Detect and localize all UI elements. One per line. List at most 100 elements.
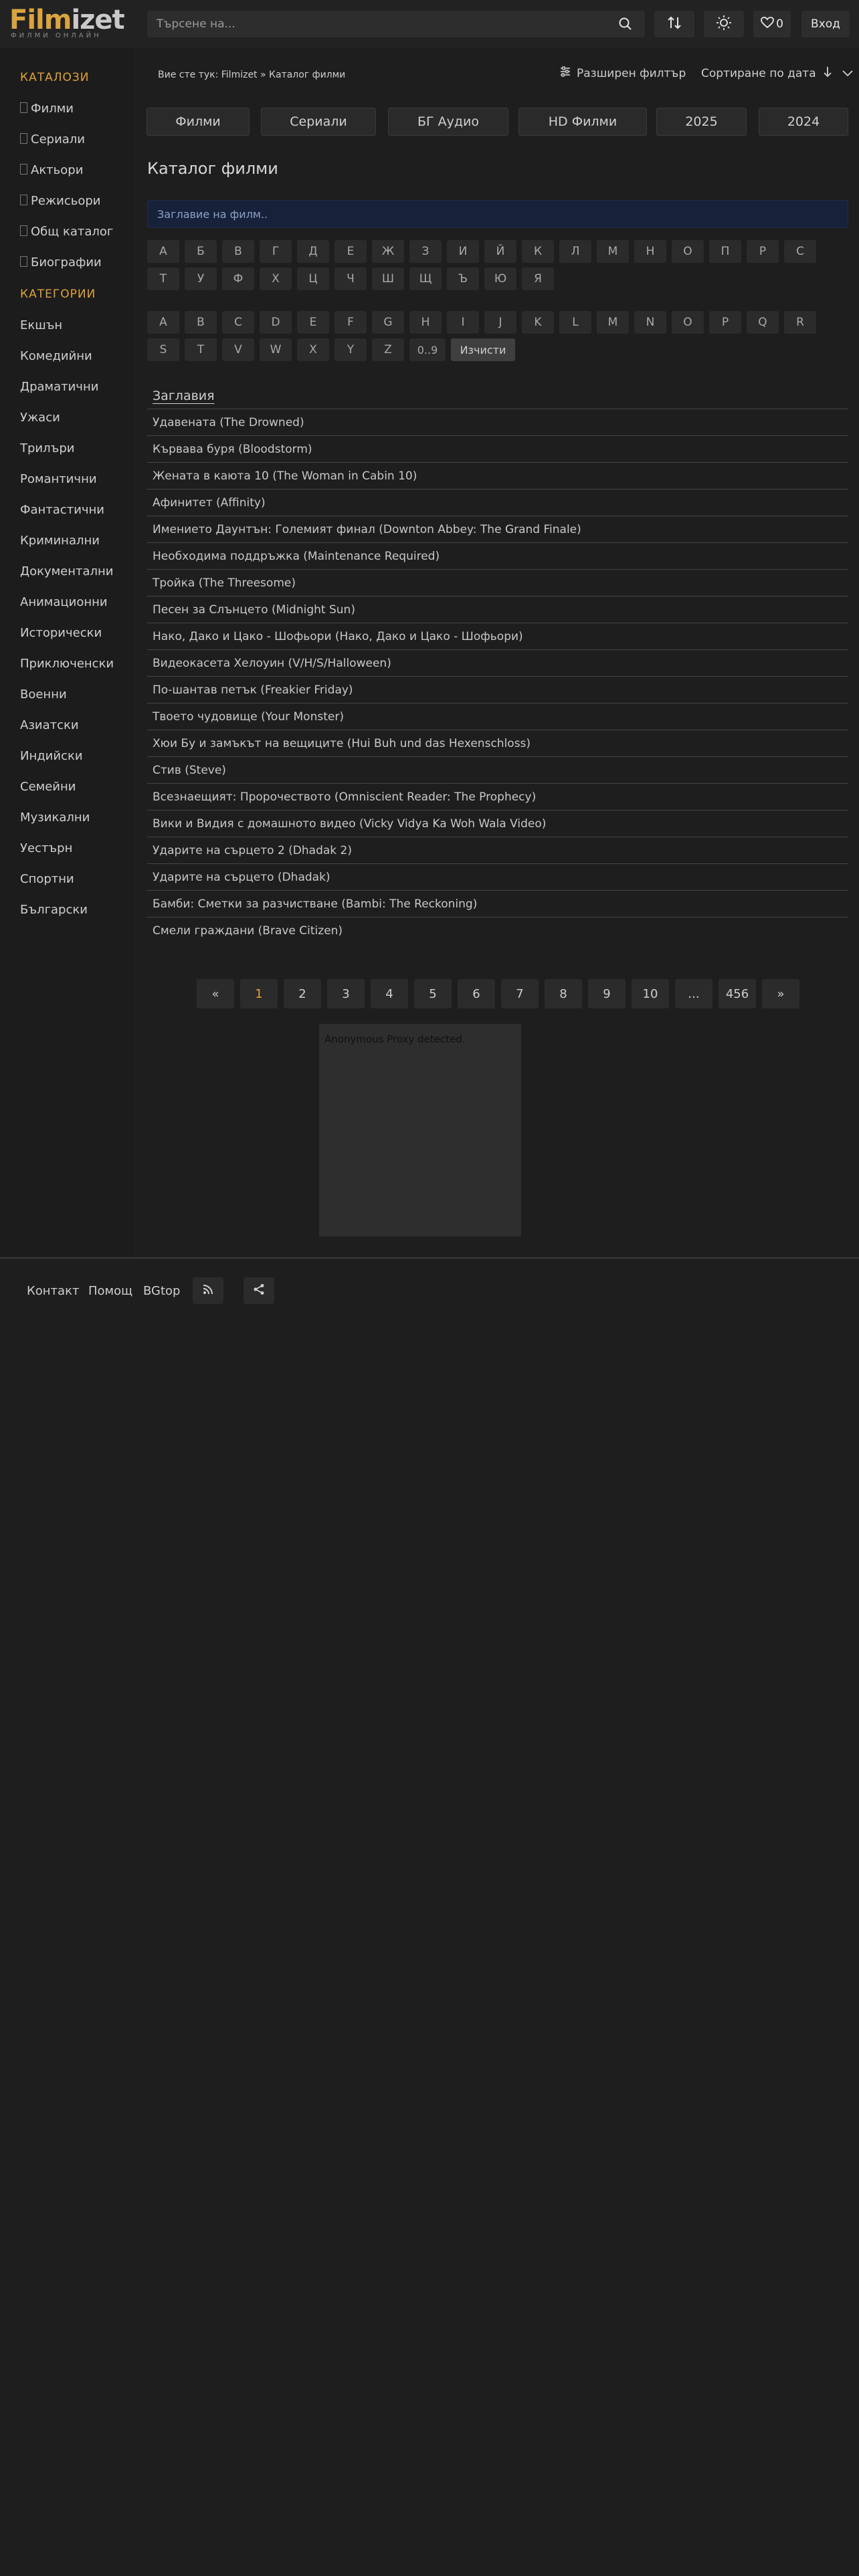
sidebar-item-directors[interactable]: Режисьори <box>20 194 100 208</box>
letter-filter[interactable]: J <box>484 311 516 334</box>
letter-filter[interactable]: G <box>372 311 404 334</box>
letter-filter[interactable]: W <box>260 338 292 361</box>
list-item[interactable]: Жената в каюта 10 (The Woman in Cabin 10… <box>147 463 848 490</box>
letter-filter[interactable]: L <box>559 311 591 334</box>
letter-filter[interactable]: Ц <box>297 267 329 290</box>
letter-filter[interactable]: V <box>222 338 254 361</box>
list-item[interactable]: Необходима поддръжка (Maintenance Requir… <box>147 543 848 570</box>
pagination-page[interactable]: 4 <box>371 979 408 1008</box>
list-item[interactable]: Видеокасета Хелоуин (V/H/S/Halloween) <box>147 650 848 677</box>
letter-filter[interactable]: У <box>185 267 217 290</box>
sidebar-item-actors[interactable]: Актьори <box>20 163 83 177</box>
list-item[interactable]: По-шантав петък (Freakier Friday) <box>147 677 848 704</box>
letter-filter[interactable]: Z <box>372 338 404 361</box>
search-icon[interactable] <box>618 17 633 34</box>
sidebar-item-biographies[interactable]: Биографии <box>20 255 102 270</box>
login-button[interactable]: Вход <box>801 11 850 37</box>
movie-title-link[interactable]: Ударите на сърцето (Dhadak) <box>153 871 330 884</box>
letter-filter[interactable]: В <box>222 240 254 263</box>
letter-filter[interactable]: П <box>709 240 741 263</box>
site-logo[interactable]: Filmizet ФИЛМИ ОНЛАЙН <box>9 5 125 39</box>
movie-title-link[interactable]: По-шантав петък (Freakier Friday) <box>153 683 353 697</box>
list-item[interactable]: Ударите на сърцето (Dhadak) <box>147 864 848 891</box>
pagination-page[interactable]: 8 <box>545 979 582 1008</box>
letter-filter[interactable]: R <box>784 311 816 334</box>
pagination-page[interactable]: 10 <box>632 979 669 1008</box>
letter-filter[interactable]: Ж <box>372 240 404 263</box>
letter-filter[interactable]: D <box>260 311 292 334</box>
letter-filter[interactable]: Т <box>147 267 179 290</box>
letter-filter[interactable]: Х <box>260 267 292 290</box>
sidebar-category[interactable]: Анимационни <box>20 595 108 609</box>
list-item[interactable]: Песен за Слънцето (Midnight Sun) <box>147 597 848 623</box>
category-button-series[interactable]: Сериали <box>261 108 376 136</box>
sidebar-category[interactable]: Документални <box>20 564 114 578</box>
letter-filter[interactable]: N <box>634 311 666 334</box>
rss-button[interactable] <box>193 1277 223 1304</box>
list-item[interactable]: Стив (Steve) <box>147 757 848 784</box>
letter-filter[interactable]: E <box>297 311 329 334</box>
pagination-page-current[interactable]: 1 <box>240 979 278 1008</box>
letter-filter[interactable]: Б <box>185 240 217 263</box>
letter-filter[interactable]: Е <box>335 240 367 263</box>
letter-filter-digits[interactable]: 0..9 <box>409 338 446 361</box>
letter-filter[interactable]: Щ <box>409 267 442 290</box>
list-item[interactable]: Удавената (The Drowned) <box>147 409 848 436</box>
sidebar-category[interactable]: Драматични <box>20 380 98 394</box>
search-input[interactable] <box>147 11 607 37</box>
letter-filter[interactable]: С <box>784 240 816 263</box>
footer-link-contact[interactable]: Контакт <box>27 1284 79 1298</box>
list-item[interactable]: Тройка (The Threesome) <box>147 570 848 597</box>
letter-filter[interactable]: A <box>147 311 179 334</box>
pagination-page[interactable]: 5 <box>414 979 452 1008</box>
letter-filter[interactable]: F <box>335 311 367 334</box>
letter-filter[interactable]: О <box>672 240 704 263</box>
sidebar-category[interactable]: Комедийни <box>20 349 92 363</box>
category-button-2024[interactable]: 2024 <box>759 108 848 136</box>
list-item[interactable]: Всезнаещият: Пророчеството (Omniscient R… <box>147 784 848 811</box>
breadcrumb-home-link[interactable]: Filmizet <box>221 70 258 80</box>
letter-filter[interactable]: T <box>185 338 217 361</box>
sidebar-category[interactable]: Уестърн <box>20 841 72 855</box>
sidebar-category[interactable]: Криминални <box>20 534 100 548</box>
category-button-movies[interactable]: Филми <box>147 108 250 136</box>
letter-filter[interactable]: Ъ <box>447 267 479 290</box>
sidebar-category[interactable]: Екшън <box>20 318 62 332</box>
letter-filter[interactable]: S <box>147 338 179 361</box>
share-button[interactable] <box>244 1277 274 1304</box>
theme-toggle-button[interactable] <box>704 11 744 37</box>
movie-title-link[interactable]: Ударите на сърцето 2 (Dhadak 2) <box>153 844 352 857</box>
movie-title-link[interactable]: Песен за Слънцето (Midnight Sun) <box>153 603 355 617</box>
letter-filter[interactable]: K <box>522 311 554 334</box>
letter-filter[interactable]: C <box>222 311 254 334</box>
sidebar-category[interactable]: Романтични <box>20 472 97 486</box>
movie-title-link[interactable]: Хюи Бу и замъкът на вещиците (Hui Buh un… <box>153 737 531 750</box>
pagination-page[interactable]: 7 <box>501 979 539 1008</box>
letter-filter[interactable]: М <box>597 240 629 263</box>
sort-toggle-button[interactable] <box>654 11 694 37</box>
letter-filter[interactable]: M <box>597 311 629 334</box>
movie-title-link[interactable]: Вики и Видия с домашното видео (Vicky Vi… <box>153 817 546 831</box>
movie-title-link[interactable]: Нако, Дако и Цако - Шофьори (Нако, Дако … <box>153 630 523 643</box>
pagination-prev[interactable]: « <box>197 979 234 1008</box>
sidebar-category[interactable]: Исторически <box>20 626 102 640</box>
letter-filter[interactable]: З <box>409 240 442 263</box>
pagination-page-last[interactable]: 456 <box>719 979 756 1008</box>
letter-filter[interactable]: P <box>709 311 741 334</box>
sidebar-item-general-catalog[interactable]: Общ каталог <box>20 225 113 239</box>
movie-title-link[interactable]: Имението Даунтън: Големият финал (Downto… <box>153 523 581 536</box>
movie-title-link[interactable]: Смели граждани (Brave Citizen) <box>153 924 343 938</box>
sidebar-category[interactable]: Индийски <box>20 749 83 763</box>
movie-title-link[interactable]: Видеокасета Хелоуин (V/H/S/Halloween) <box>153 657 391 670</box>
letter-filter[interactable]: Й <box>484 240 516 263</box>
list-item[interactable]: Кървава буря (Bloodstorm) <box>147 436 848 463</box>
letter-filter[interactable]: Н <box>634 240 666 263</box>
advanced-filter-button[interactable]: Разширен филтър <box>559 66 686 81</box>
movie-title-link[interactable]: Афинитет (Affinity) <box>153 496 266 510</box>
movie-title-link[interactable]: Всезнаещият: Пророчеството (Omniscient R… <box>153 790 536 804</box>
pagination-next[interactable]: » <box>762 979 799 1008</box>
letter-filter[interactable]: Ю <box>484 267 516 290</box>
sidebar-category[interactable]: Спортни <box>20 872 74 886</box>
letter-filter[interactable]: Y <box>335 338 367 361</box>
pagination-page[interactable]: 3 <box>327 979 365 1008</box>
